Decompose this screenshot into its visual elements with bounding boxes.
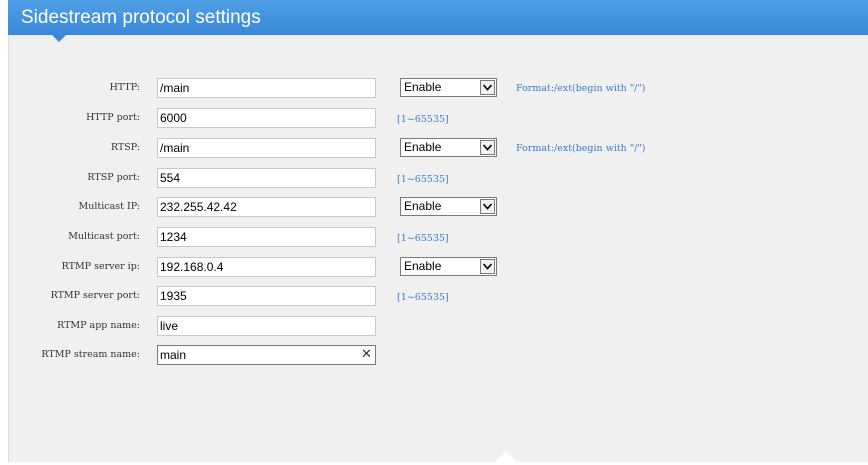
http-path-input[interactable] <box>157 78 376 98</box>
http-port-input[interactable] <box>157 108 376 128</box>
page: Sidestream protocol settings HTTP: Enabl… <box>0 0 868 465</box>
multicast-enable-value: Enable <box>404 199 442 213</box>
close-icon[interactable]: ✕ <box>361 347 372 363</box>
multicast-port-row: Multicast port: [1~65535] <box>0 227 868 249</box>
rtmp-enable-value: Enable <box>404 259 442 273</box>
rtmp-app-name-input[interactable] <box>157 316 376 336</box>
rtsp-port-range: [1~65535] <box>397 174 449 185</box>
http-label: HTTP: <box>109 82 140 93</box>
http-format-hint: Format:/ext(begin with "/") <box>516 83 646 94</box>
rtsp-format-hint: Format:/ext(begin with "/") <box>516 143 646 154</box>
header-pointer <box>52 35 66 42</box>
rtmp-stream-name-label: RTMP stream name: <box>41 349 140 360</box>
chevron-down-icon[interactable] <box>480 259 495 274</box>
rtmp-server-port-input[interactable] <box>157 286 376 306</box>
rtsp-enable-value: Enable <box>404 140 442 154</box>
http-port-row: HTTP port: [1~65535] <box>0 108 868 130</box>
rtmp-server-ip-label: RTMP server ip: <box>61 261 140 272</box>
rtmp-server-port-range: [1~65535] <box>397 292 449 303</box>
rtsp-path-input[interactable] <box>157 138 376 158</box>
chevron-down-icon[interactable] <box>480 199 495 214</box>
rtmp-server-port-label: RTMP server port: <box>50 290 140 301</box>
rtsp-port-row: RTSP port: [1~65535] <box>0 168 868 190</box>
multicast-enable-select[interactable]: Enable <box>400 197 497 216</box>
http-port-label: HTTP port: <box>86 112 140 123</box>
rtsp-port-input[interactable] <box>157 168 376 188</box>
rtmp-stream-name-row: RTMP stream name: ✕ <box>0 345 868 367</box>
rtmp-server-port-row: RTMP server port: [1~65535] <box>0 286 868 308</box>
rtsp-enable-select[interactable]: Enable <box>400 138 497 157</box>
rtmp-enable-select[interactable]: Enable <box>400 257 497 276</box>
rtmp-app-name-row: RTMP app name: <box>0 316 868 338</box>
multicast-ip-input[interactable] <box>157 197 376 217</box>
rtsp-row: RTSP: Enable Format:/ext(begin with "/") <box>0 138 868 160</box>
chevron-down-icon[interactable] <box>480 140 495 155</box>
rtmp-server-ip-input[interactable] <box>157 257 376 277</box>
rtmp-server-ip-row: RTMP server ip: Enable <box>0 257 868 279</box>
page-title: Sidestream protocol settings <box>21 7 261 28</box>
http-row: HTTP: Enable Format:/ext(begin with "/") <box>0 78 868 100</box>
rtmp-stream-name-input[interactable] <box>157 345 376 365</box>
multicast-port-range: [1~65535] <box>397 233 449 244</box>
rtsp-port-label: RTSP port: <box>87 172 140 183</box>
http-enable-select[interactable]: Enable <box>400 78 497 97</box>
multicast-ip-label: Multicast IP: <box>78 201 140 212</box>
rtmp-app-name-label: RTMP app name: <box>57 320 140 331</box>
multicast-port-input[interactable] <box>157 227 376 247</box>
chevron-down-icon[interactable] <box>480 80 495 95</box>
rtsp-label: RTSP: <box>110 142 140 153</box>
multicast-port-label: Multicast port: <box>68 231 140 242</box>
bottom-pointer <box>494 451 518 463</box>
multicast-ip-row: Multicast IP: Enable <box>0 197 868 219</box>
http-enable-value: Enable <box>404 80 442 94</box>
http-port-range: [1~65535] <box>397 114 449 125</box>
panel-header: Sidestream protocol settings <box>8 0 868 35</box>
